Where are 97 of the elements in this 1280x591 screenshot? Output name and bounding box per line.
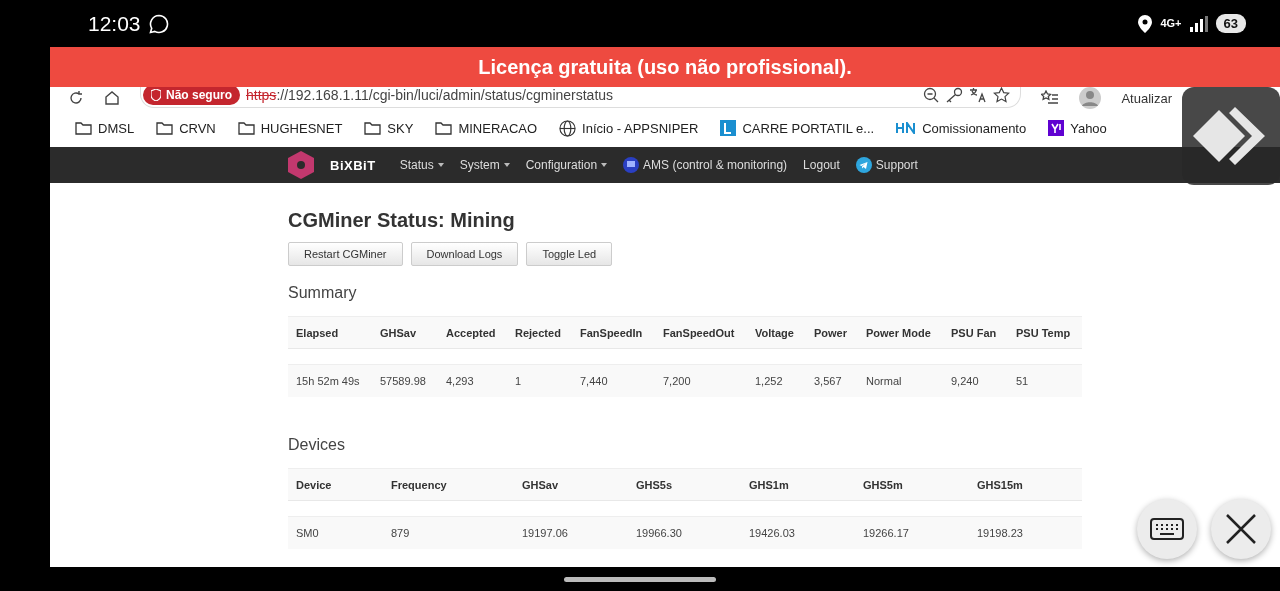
table-cell: 9,240 <box>943 364 1008 398</box>
column-header: Device <box>288 468 383 501</box>
caret-icon <box>601 163 608 167</box>
bookmark-link[interactable]: SKY <box>364 120 414 136</box>
folder-icon <box>435 121 453 135</box>
shield-icon <box>151 88 161 101</box>
nav-link[interactable]: Support <box>855 157 918 173</box>
bookmark-link[interactable]: CARRE PORTATIL e... <box>720 120 875 136</box>
column-header: PSU Temp <box>1008 316 1082 349</box>
keyboard-icon <box>1150 518 1184 540</box>
bookmark-link[interactable]: HUGHESNET <box>237 120 343 136</box>
app-tile-icon <box>720 120 737 136</box>
table-cell: 879 <box>383 516 514 550</box>
bookmark-link[interactable]: Comissionamento <box>896 120 1027 136</box>
profile-avatar-icon[interactable] <box>1079 87 1102 109</box>
yahoo-logo-icon <box>1048 120 1065 136</box>
action-button[interactable]: Download Logs <box>410 242 519 266</box>
table-cell: 15h 52m 49s <box>288 364 372 398</box>
folder-icon <box>364 121 382 135</box>
close-icon <box>1225 513 1257 545</box>
star-icon[interactable] <box>993 87 1011 103</box>
table-cell: 57589.98 <box>372 364 438 398</box>
nav-link[interactable]: Status <box>399 158 444 172</box>
table-cell: SM0 <box>288 516 383 550</box>
table-cell: 19198.23 <box>969 516 1082 550</box>
folder-icon <box>75 121 92 135</box>
security-badge[interactable]: Não seguro <box>143 87 240 105</box>
license-banner: Licença gratuita (uso não profissional). <box>50 47 1280 87</box>
column-header: GHS1m <box>741 468 855 501</box>
favorites-list-icon[interactable] <box>1041 90 1060 106</box>
nav-link[interactable]: AMS (control & monitoring) <box>623 157 788 173</box>
column-header: PSU Fan <box>943 316 1008 349</box>
column-header: GHS5s <box>628 468 741 501</box>
home-icon[interactable] <box>104 90 120 106</box>
brand-name: BiXBiT <box>330 157 376 173</box>
telegram-icon <box>855 157 872 173</box>
chat-bubble-icon <box>148 13 169 34</box>
hn-logo-icon <box>896 122 917 134</box>
translate-icon[interactable] <box>969 87 988 103</box>
section-heading: Summary <box>288 284 358 302</box>
bookmark-link[interactable]: DMSL <box>75 120 135 136</box>
caret-icon <box>503 163 510 167</box>
zoom-out-icon[interactable] <box>923 87 940 103</box>
action-button[interactable]: Toggle Led <box>526 242 613 266</box>
table-cell: 51 <box>1008 364 1082 398</box>
table-cell: 7,200 <box>655 364 747 398</box>
nav-link[interactable]: Configuration <box>525 158 608 172</box>
column-header: GHSav <box>514 468 628 501</box>
folder-icon <box>156 121 174 135</box>
table-cell: 3,567 <box>806 364 858 398</box>
signal-icon <box>1189 15 1208 32</box>
globe-icon <box>559 119 577 137</box>
nav-link[interactable]: Logout <box>803 158 840 172</box>
battery-level: 63 <box>1215 14 1246 33</box>
folder-icon <box>237 121 255 135</box>
nav-link[interactable]: System <box>459 158 510 172</box>
key-icon[interactable] <box>945 87 964 103</box>
column-header: GHS5m <box>855 468 969 501</box>
column-header: Power <box>806 316 858 349</box>
network-type: 4G+ <box>1160 18 1182 29</box>
column-header: Voltage <box>747 316 806 349</box>
monitor-badge-icon <box>623 157 640 173</box>
clock-time: 12:03 <box>88 11 141 36</box>
column-header: Frequency <box>383 468 514 501</box>
bookmark-link[interactable]: MINERACAO <box>435 120 538 136</box>
table-cell: 19426.03 <box>741 516 855 550</box>
table-cell: 19966.30 <box>628 516 741 550</box>
column-header: GHSav <box>372 316 438 349</box>
table-cell: 1,252 <box>747 364 806 398</box>
caret-icon <box>437 163 444 167</box>
location-pin-icon <box>1138 14 1153 33</box>
table-cell: 19197.06 <box>514 516 628 550</box>
table-cell: Normal <box>858 364 943 398</box>
table-cell: 1 <box>507 364 572 398</box>
column-header: Rejected <box>507 316 572 349</box>
brand-logo-icon <box>288 151 314 179</box>
column-header: Power Mode <box>858 316 943 349</box>
page-title: CGMiner Status: Mining <box>288 209 516 232</box>
column-header: FanSpeedOut <box>655 316 747 349</box>
column-header: GHS15m <box>969 468 1082 501</box>
close-button[interactable] <box>1211 499 1271 559</box>
remote-control-button[interactable] <box>1182 87 1280 185</box>
table-cell: 4,293 <box>438 364 507 398</box>
reload-icon[interactable] <box>68 90 84 106</box>
home-indicator[interactable] <box>564 576 716 582</box>
action-button[interactable]: Restart CGMiner <box>288 242 403 266</box>
bookmark-link[interactable]: Yahoo <box>1048 120 1107 136</box>
table-cell: 19266.17 <box>855 516 969 550</box>
url-text[interactable]: https://192.168.1.11/cgi-bin/luci/admin/status/cgminerstatus <box>246 87 614 103</box>
bookmark-link[interactable]: CRVN <box>156 120 216 136</box>
keyboard-button[interactable] <box>1137 499 1197 559</box>
column-header: FanSpeedIn <box>572 316 655 349</box>
column-header: Elapsed <box>288 316 372 349</box>
section-heading: Devices <box>288 436 346 454</box>
column-header: Accepted <box>438 316 507 349</box>
table-cell: 7,440 <box>572 364 655 398</box>
bookmark-link[interactable]: Início - APPSNIPER <box>559 119 699 137</box>
